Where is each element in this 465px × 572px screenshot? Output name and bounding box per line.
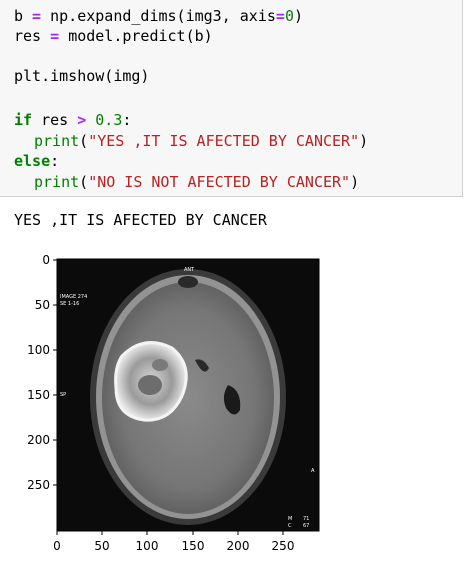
scan-label-br4: 67 bbox=[303, 523, 309, 529]
x-tick-label: 200 bbox=[227, 539, 250, 553]
y-tick-label: 50 bbox=[35, 298, 50, 312]
scan-label-br3: 71 bbox=[303, 516, 309, 522]
x-tick-label: 250 bbox=[272, 539, 295, 553]
x-tick-label: 100 bbox=[136, 539, 159, 553]
scan-label-series: SE 1-16 bbox=[60, 301, 79, 307]
y-tick-label: 150 bbox=[27, 388, 50, 402]
scan-label-br2: C bbox=[288, 523, 292, 529]
y-tick-label: 0 bbox=[42, 253, 50, 267]
scan-label-side: SP bbox=[60, 392, 66, 398]
scan-label-right: A bbox=[311, 468, 315, 474]
x-tick-label: 0 bbox=[53, 539, 61, 553]
x-tick-label: 50 bbox=[94, 539, 109, 553]
scan-label-br1: M bbox=[288, 516, 292, 522]
scan-label-image: IMAGE 274 bbox=[60, 294, 87, 300]
imshow-plot: ANT IMAGE 274 SE 1-16 SP A M C 71 67 0 5… bbox=[27, 253, 320, 553]
y-tick-label: 200 bbox=[27, 433, 50, 447]
y-tick-label: 250 bbox=[27, 478, 50, 492]
x-axis: 0 50 100 150 200 250 bbox=[53, 531, 294, 553]
y-axis: 0 50 100 150 200 250 bbox=[27, 253, 57, 492]
y-tick-label: 100 bbox=[27, 343, 50, 357]
scan-label-top: ANT bbox=[184, 267, 195, 273]
x-tick-label: 150 bbox=[182, 539, 205, 553]
